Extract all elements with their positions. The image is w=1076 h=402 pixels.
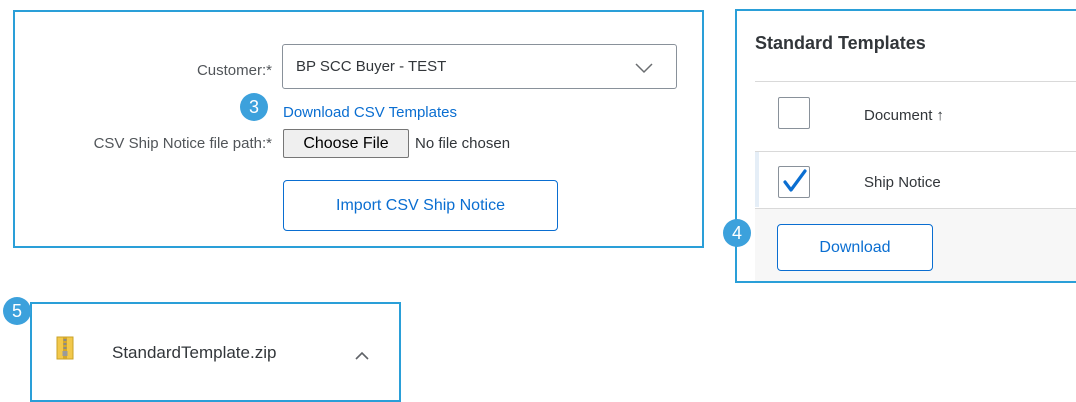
chevron-down-icon xyxy=(634,61,654,79)
header-divider xyxy=(755,81,1076,82)
customer-select-value: BP SCC Buyer - TEST xyxy=(296,58,447,75)
standard-templates-panel: Standard Templates Document ↑ Ship Notice… xyxy=(735,9,1076,283)
row-checkbox-checked[interactable] xyxy=(778,166,810,198)
customer-label: Customer:* xyxy=(196,62,272,79)
no-file-chosen-text: No file chosen xyxy=(415,135,511,152)
sort-ascending-icon: ↑ xyxy=(936,107,944,124)
import-csv-ship-notice-button[interactable]: Import CSV Ship Notice xyxy=(283,180,558,231)
choose-file-button[interactable]: Choose File xyxy=(283,129,409,158)
download-csv-templates-link[interactable]: Download CSV Templates xyxy=(283,104,457,121)
select-all-checkbox[interactable] xyxy=(778,97,810,129)
csv-file-path-label: CSV Ship Notice file path:* xyxy=(93,135,272,152)
chevron-up-icon[interactable] xyxy=(355,347,369,365)
zip-folder-icon xyxy=(56,336,74,365)
customer-select[interactable]: BP SCC Buyer - TEST xyxy=(282,44,677,89)
selection-indicator xyxy=(755,152,759,207)
row-document-name: Ship Notice xyxy=(864,174,941,191)
download-button[interactable]: Download xyxy=(777,224,933,271)
step-badge-4: 4 xyxy=(723,219,751,247)
csv-import-panel: Customer:* BP SCC Buyer - TEST Download … xyxy=(13,10,704,248)
step-badge-5: 5 xyxy=(3,297,31,325)
document-column-label: Document xyxy=(864,107,933,124)
download-bar-panel: StandardTemplate.zip xyxy=(30,302,401,402)
document-column-header[interactable]: Document ↑ xyxy=(864,107,944,124)
panel-title: Standard Templates xyxy=(755,33,926,53)
step-badge-3: 3 xyxy=(240,93,268,121)
checkmark-icon xyxy=(783,169,807,192)
downloaded-file-name[interactable]: StandardTemplate.zip xyxy=(112,343,276,363)
